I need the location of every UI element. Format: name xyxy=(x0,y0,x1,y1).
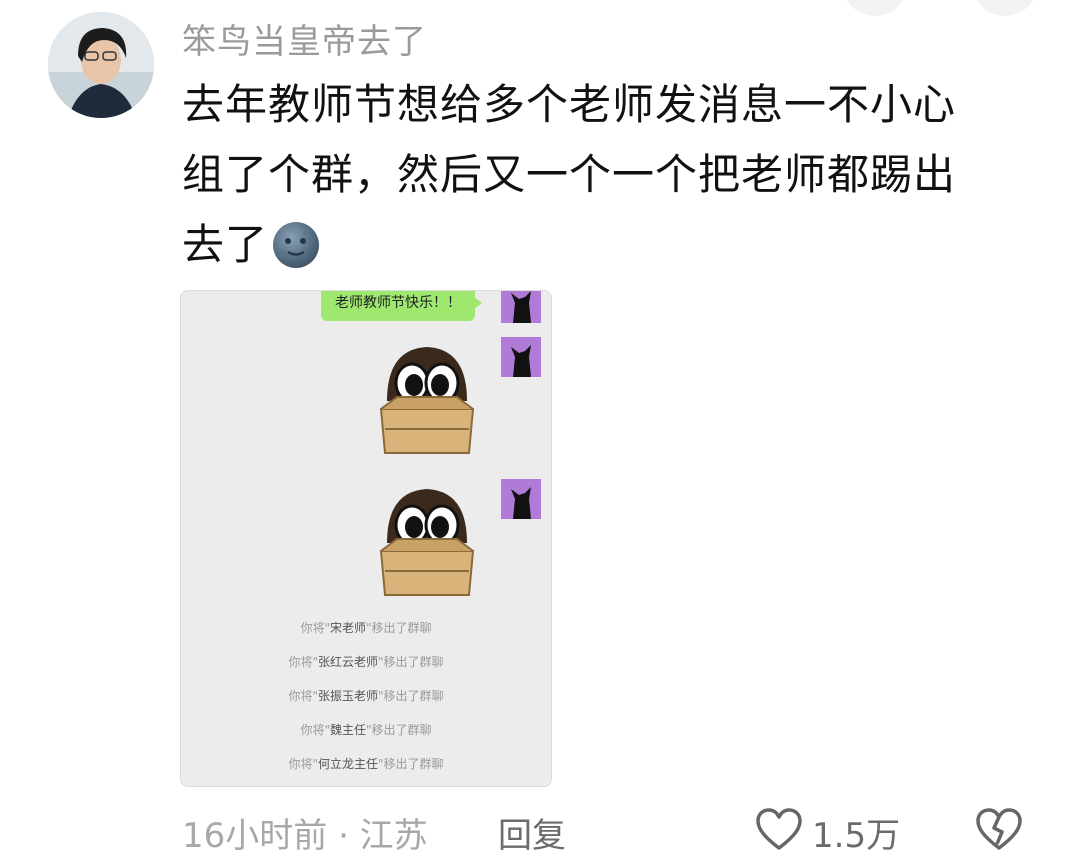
message-bubble: 老师教师节快乐！！ xyxy=(321,291,482,321)
top-action-button-2[interactable] xyxy=(972,0,1038,16)
removal-notice: 你将"张红云老师"移出了群聊 xyxy=(288,655,444,669)
comment-line: 去年教师节想给多个老师发消息一不小心 xyxy=(182,80,957,129)
removal-notice: 你将"魏主任"移出了群聊 xyxy=(300,723,432,737)
bird-in-box-sticker xyxy=(377,483,477,603)
comment-line: 组了个群，然后又一个一个把老师都踢出 xyxy=(182,150,957,199)
like-count: 1.5万 xyxy=(812,816,901,856)
top-action-button-1[interactable] xyxy=(842,0,908,16)
sender-avatar xyxy=(501,337,541,377)
removal-notice: 你将"宋老师"移出了群聊 xyxy=(300,621,432,635)
removal-notice: 你将"张振玉老师"移出了群聊 xyxy=(288,689,444,703)
comment-text: 去年教师节想给多个老师发消息一不小心 组了个群，然后又一个一个把老师都踢出 去了 xyxy=(182,70,1042,290)
avatar[interactable] xyxy=(48,12,154,118)
heart-icon[interactable] xyxy=(755,808,803,856)
removal-notice: 你将"何立龙主任"移出了群聊 xyxy=(288,757,444,771)
reply-button[interactable]: 回复 xyxy=(498,808,566,857)
comment-line: 去了 xyxy=(182,210,1042,290)
time-location: 16小时前 · 江苏 xyxy=(182,816,428,856)
broken-heart-icon[interactable] xyxy=(975,808,1023,856)
sender-avatar xyxy=(501,291,541,323)
chat-screenshot-image[interactable]: 老师教师节快乐！！ 你将"宋老师"移出了群聊 你将"张红云老师"移出了群聊 你将… xyxy=(180,290,552,787)
avatar-image xyxy=(48,12,154,118)
username[interactable]: 笨鸟当皇帝去了 xyxy=(182,14,427,63)
sender-avatar xyxy=(501,479,541,519)
bird-in-box-sticker xyxy=(377,341,477,461)
new-moon-face-icon xyxy=(272,220,320,290)
